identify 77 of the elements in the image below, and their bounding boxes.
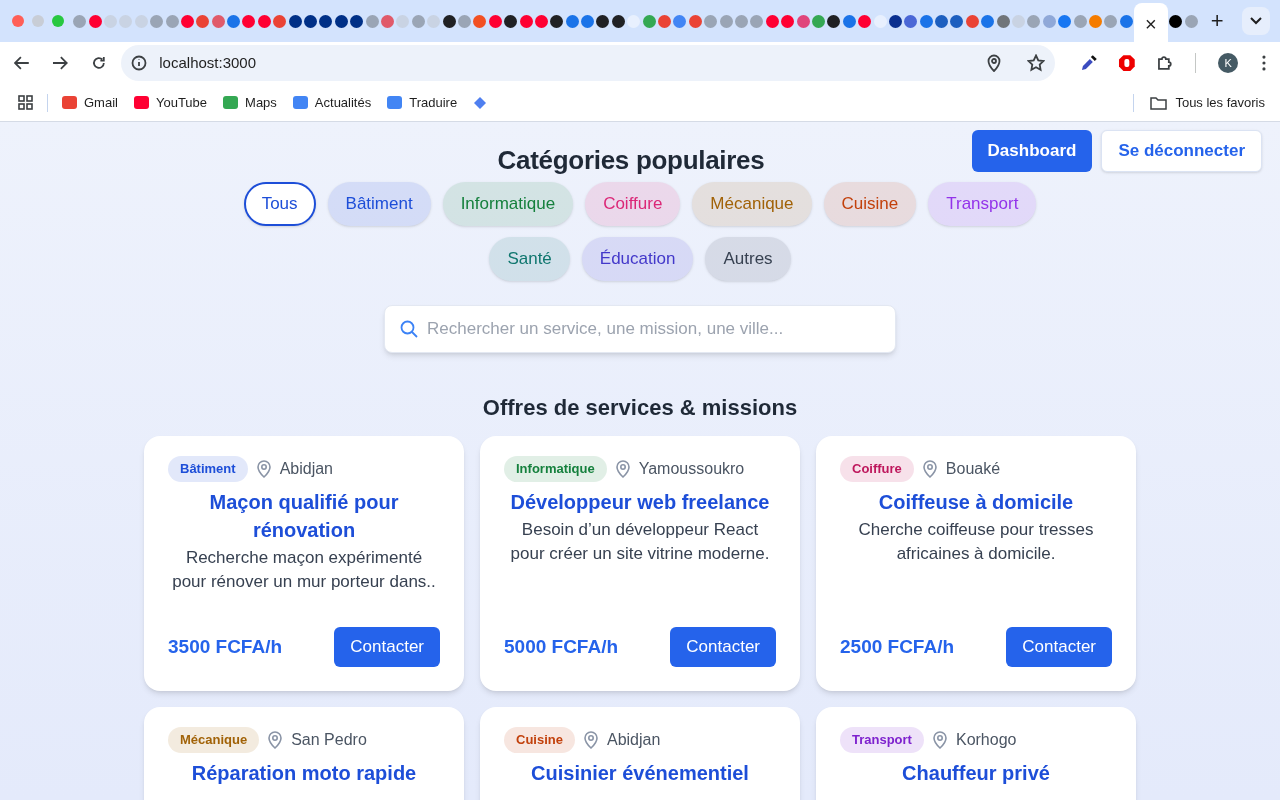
price-label: 5000 FCFA/h bbox=[504, 634, 619, 659]
address-bar[interactable]: localhost:3000 bbox=[121, 45, 1055, 81]
diamond-icon[interactable] bbox=[473, 95, 488, 110]
bookmark-link[interactable]: YouTube bbox=[133, 92, 208, 113]
eyedropper-icon[interactable] bbox=[1080, 54, 1098, 72]
search-icon bbox=[400, 320, 418, 338]
location-icon bbox=[582, 730, 599, 749]
new-tab-button[interactable]: + bbox=[1210, 10, 1224, 32]
close-window-icon[interactable] bbox=[12, 15, 24, 27]
bookmark-link[interactable]: Gmail bbox=[62, 92, 118, 113]
offer-description: Cherche coiffeuse pour tresses africaines à domicile. bbox=[857, 518, 1095, 565]
bookmark-link[interactable]: Maps bbox=[223, 92, 277, 113]
bookmark-link[interactable]: Actualités bbox=[292, 92, 372, 113]
category-chip[interactable]: Éducation bbox=[581, 237, 694, 281]
maximize-window-icon[interactable] bbox=[52, 15, 64, 27]
city-label: Korhogo bbox=[955, 729, 1017, 750]
location-icon bbox=[255, 459, 272, 478]
offer-title: Chauffeur privé bbox=[901, 760, 1051, 786]
page-title: Catégories populaires bbox=[497, 144, 765, 177]
profile-avatar[interactable]: K bbox=[1218, 53, 1239, 73]
category-tag: Cuisine bbox=[504, 727, 575, 753]
offer-description: Recherche maçon expérimenté pour rénover un mur porteur dans.. bbox=[171, 546, 437, 593]
contact-button[interactable]: Contacter bbox=[1006, 627, 1112, 667]
offer-title: Développeur web freelance bbox=[509, 489, 771, 515]
contact-button[interactable]: Contacter bbox=[670, 627, 776, 667]
category-chip[interactable]: Mécanique bbox=[692, 182, 812, 226]
price-label: 3500 FCFA/h bbox=[168, 634, 283, 659]
all-bookmarks-button[interactable]: Tous les favoris bbox=[1150, 92, 1265, 113]
category-tag: Transport bbox=[840, 727, 924, 753]
reload-icon[interactable] bbox=[91, 56, 106, 70]
location-icon[interactable] bbox=[986, 54, 1001, 72]
city-label: Bouaké bbox=[945, 458, 1001, 479]
city-label: San Pedro bbox=[291, 729, 367, 750]
search-field[interactable]: Rechercher un service, une mission, une ville... bbox=[384, 305, 896, 353]
dashboard-button[interactable]: Dashboard bbox=[971, 130, 1093, 172]
url-text: localhost:3000 bbox=[159, 52, 257, 73]
stop-sign-icon[interactable] bbox=[1118, 54, 1136, 72]
category-tag: Mécanique bbox=[168, 727, 260, 753]
category-tag: Informatique bbox=[504, 456, 607, 482]
category-chip[interactable]: Bâtiment bbox=[327, 182, 431, 226]
bookmark-link[interactable]: Traduire bbox=[387, 92, 458, 113]
category-chip[interactable]: Autres bbox=[705, 237, 791, 281]
location-icon bbox=[921, 459, 938, 478]
chevron-down-icon bbox=[1250, 17, 1262, 25]
category-chip[interactable]: Transport bbox=[928, 182, 1037, 226]
folder-icon bbox=[1150, 95, 1168, 110]
location-icon bbox=[931, 730, 948, 749]
city-label: Abidjan bbox=[279, 458, 333, 479]
city-label: Abidjan bbox=[606, 729, 661, 750]
star-icon[interactable] bbox=[1026, 54, 1045, 72]
section-title: Offres de services & missions bbox=[481, 394, 799, 422]
forward-icon[interactable] bbox=[51, 56, 68, 70]
offer-title: Coiffeuse à domicile bbox=[877, 489, 1075, 515]
apps-grid-icon[interactable] bbox=[18, 95, 33, 110]
offer-title: Réparation moto rapide bbox=[190, 760, 418, 786]
contact-button[interactable]: Contacter bbox=[334, 627, 440, 667]
offer-title: Maçon qualifié pour rénovation bbox=[208, 489, 400, 543]
offer-title: Cuisinier événementiel bbox=[530, 760, 750, 786]
category-tag: Coiffure bbox=[840, 456, 914, 482]
location-icon bbox=[267, 730, 284, 749]
back-icon[interactable] bbox=[14, 56, 30, 70]
category-chip[interactable]: Tous bbox=[243, 182, 316, 226]
category-chip[interactable]: Cuisine bbox=[823, 182, 917, 226]
browser-tab[interactable]: × bbox=[1133, 3, 1168, 45]
logout-button[interactable]: Se déconnecter bbox=[1101, 130, 1262, 172]
close-tab-icon[interactable]: × bbox=[1145, 14, 1157, 34]
tab-search-button[interactable] bbox=[1242, 7, 1270, 35]
extensions-icon[interactable] bbox=[1155, 54, 1174, 72]
menu-icon[interactable] bbox=[1262, 55, 1267, 71]
category-chip[interactable]: Santé bbox=[489, 237, 570, 281]
category-chip[interactable]: Informatique bbox=[442, 182, 574, 226]
location-icon bbox=[614, 459, 631, 478]
city-label: Yamoussoukro bbox=[638, 458, 745, 479]
price-label: 2500 FCFA/h bbox=[840, 634, 955, 659]
info-icon[interactable] bbox=[131, 55, 148, 71]
category-tag: Bâtiment bbox=[168, 456, 248, 482]
offer-description: Besoin d’un développeur React pour créer un site vitrine moderne. bbox=[509, 518, 771, 565]
